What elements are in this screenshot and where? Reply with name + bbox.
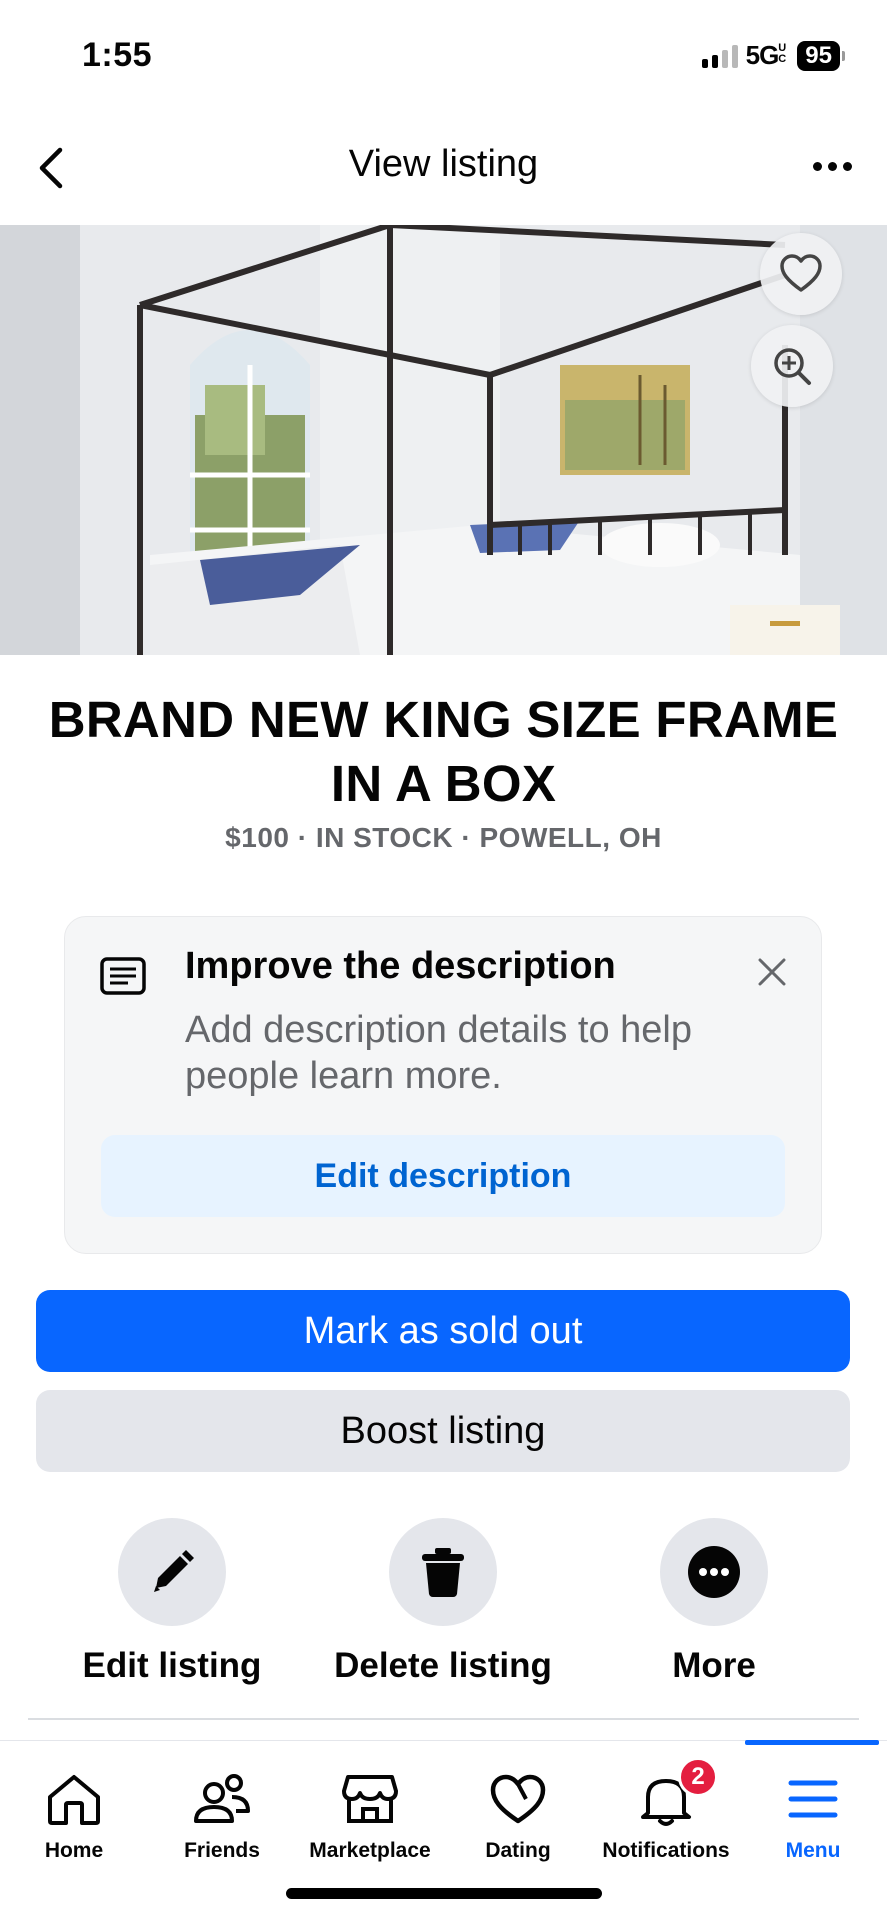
status-time: 1:55 <box>82 36 153 74</box>
active-tab-indicator <box>745 1740 879 1745</box>
tab-notifications-label: Notifications <box>602 1839 730 1862</box>
edit-listing-action[interactable]: Edit listing <box>52 1518 292 1686</box>
more-horizontal-icon <box>812 161 822 171</box>
tab-dating-label: Dating <box>485 1839 551 1862</box>
tab-notifications[interactable]: 2 Notifications <box>592 1741 740 1881</box>
divider <box>28 1718 859 1720</box>
listing-photo[interactable] <box>0 225 887 655</box>
signal-strength-icon <box>701 44 738 68</box>
canopy-bed-image <box>0 225 887 655</box>
delete-listing-button[interactable] <box>389 1518 497 1626</box>
battery-level: 95 <box>797 40 840 71</box>
tab-menu[interactable]: Menu <box>739 1741 887 1881</box>
more-label: More <box>672 1646 756 1685</box>
heart-outline-icon <box>780 254 822 292</box>
tab-marketplace[interactable]: Marketplace <box>296 1741 444 1881</box>
delete-listing-action[interactable]: Delete listing <box>323 1518 563 1686</box>
page-title: View listing <box>348 143 539 185</box>
listing-meta: $100 · IN STOCK · POWELL, OH <box>225 822 662 853</box>
listing-title: BRAND NEW KING SIZE FRAME IN A BOX <box>48 691 839 812</box>
hamburger-menu-icon <box>788 1780 838 1818</box>
friends-icon <box>194 1774 250 1823</box>
tab-home-label: Home <box>44 1839 104 1862</box>
status-indicators: 5GUC 95 <box>701 40 845 71</box>
zoom-button[interactable] <box>751 325 833 407</box>
status-bar: 1:55 5GUC 95 <box>0 0 887 110</box>
nav-header: View listing <box>0 110 887 225</box>
tab-friends[interactable]: Friends <box>148 1741 296 1881</box>
zoom-in-icon <box>774 348 811 385</box>
edit-listing-button[interactable] <box>118 1518 226 1626</box>
tab-home[interactable]: Home <box>0 1741 148 1881</box>
improve-title: Improve the description <box>185 945 616 987</box>
edit-description-button[interactable]: Edit description <box>101 1135 785 1217</box>
more-action[interactable]: More <box>594 1518 834 1686</box>
more-options-button[interactable] <box>807 146 857 186</box>
notification-badge: 2 <box>678 1757 718 1797</box>
listing-actions: Edit listing Delete listing More <box>0 1518 887 1688</box>
more-circle-icon <box>688 1546 740 1598</box>
home-indicator <box>286 1888 602 1899</box>
marketplace-icon <box>342 1775 398 1823</box>
edit-listing-label: Edit listing <box>82 1646 262 1685</box>
trash-icon <box>422 1548 464 1597</box>
dating-heart-icon <box>490 1774 546 1824</box>
network-type: 5GUC <box>746 40 790 71</box>
tab-menu-label: Menu <box>785 1839 841 1862</box>
improve-description-text: Add description details to help people l… <box>185 1009 692 1097</box>
more-button[interactable] <box>660 1518 768 1626</box>
battery-icon: 95 <box>797 40 845 71</box>
home-icon <box>48 1775 100 1825</box>
delete-listing-label: Delete listing <box>334 1646 552 1685</box>
bottom-tab-bar: Home Friends Marketplace Dating 2 Notifi… <box>0 1740 887 1880</box>
pencil-icon <box>154 1550 194 1592</box>
save-like-button[interactable] <box>760 233 842 315</box>
tab-friends-label: Friends <box>184 1839 260 1862</box>
description-icon <box>100 957 146 995</box>
tab-marketplace-label: Marketplace <box>309 1839 431 1862</box>
network-suffix: UC <box>778 42 786 65</box>
tab-dating[interactable]: Dating <box>444 1741 592 1881</box>
boost-listing-button[interactable]: Boost listing <box>36 1390 850 1472</box>
mark-as-sold-out-button[interactable]: Mark as sold out <box>36 1290 850 1372</box>
improve-description-card: Improve the description Add description … <box>64 916 822 1254</box>
close-icon[interactable] <box>755 955 789 989</box>
